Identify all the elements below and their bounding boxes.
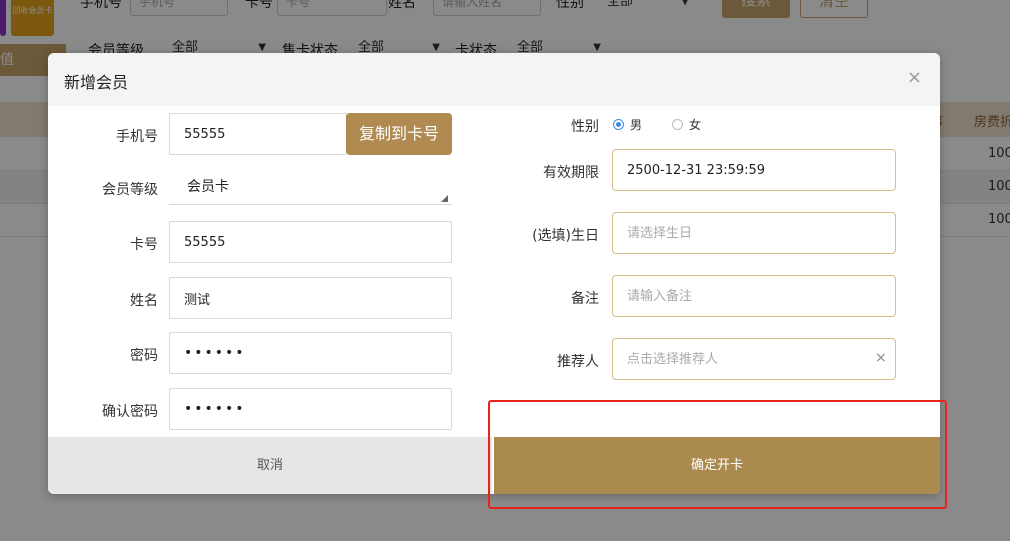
radio-checked-icon: [613, 119, 624, 130]
card-number-label: 卡号: [130, 237, 158, 253]
confirm-open-card-button[interactable]: 确定开卡: [494, 437, 940, 494]
birthday-label: (选填)生日: [532, 228, 599, 244]
confirm-password-input[interactable]: [169, 388, 452, 430]
copy-to-card-button[interactable]: 复制到卡号: [346, 113, 452, 155]
radio-unchecked-icon: [672, 119, 683, 130]
gender-label: 性别: [571, 119, 599, 135]
expiry-label: 有效期限: [543, 165, 599, 181]
birthday-input[interactable]: [612, 212, 896, 254]
dialog-footer: 取消 确定开卡: [48, 437, 940, 494]
gender-female-radio[interactable]: 女: [672, 116, 701, 133]
password-label: 密码: [130, 348, 158, 364]
phone-label: 手机号: [116, 129, 158, 145]
card-number-input[interactable]: [169, 221, 452, 263]
password-input[interactable]: [169, 332, 452, 374]
member-level-value: 会员卡: [187, 179, 229, 195]
name-input[interactable]: [169, 277, 452, 319]
referrer-label: 推荐人: [557, 354, 599, 370]
close-icon[interactable]: ×: [907, 67, 922, 88]
gender-female-label: 女: [689, 118, 702, 132]
dropdown-corner-icon: [441, 195, 448, 202]
member-level-select[interactable]: 会员卡: [169, 169, 452, 205]
phone-input[interactable]: [169, 113, 347, 155]
dialog-title: 新增会员: [64, 73, 129, 92]
add-member-dialog: 新增会员 × 手机号 复制到卡号 会员等级 会员卡 卡号 姓名 密码 确认密码 …: [48, 53, 940, 494]
remark-label: 备注: [571, 291, 599, 307]
dialog-header: 新增会员 ×: [48, 53, 940, 106]
gender-male-label: 男: [630, 118, 643, 132]
member-level-label: 会员等级: [102, 182, 158, 198]
clear-icon[interactable]: ×: [875, 350, 887, 366]
expiry-input[interactable]: [612, 149, 896, 191]
name-label: 姓名: [130, 293, 158, 309]
referrer-input[interactable]: [612, 338, 896, 380]
gender-male-radio[interactable]: 男: [613, 116, 642, 133]
confirm-password-label: 确认密码: [102, 404, 158, 420]
cancel-button[interactable]: 取消: [48, 437, 492, 494]
remark-input[interactable]: [612, 275, 896, 317]
